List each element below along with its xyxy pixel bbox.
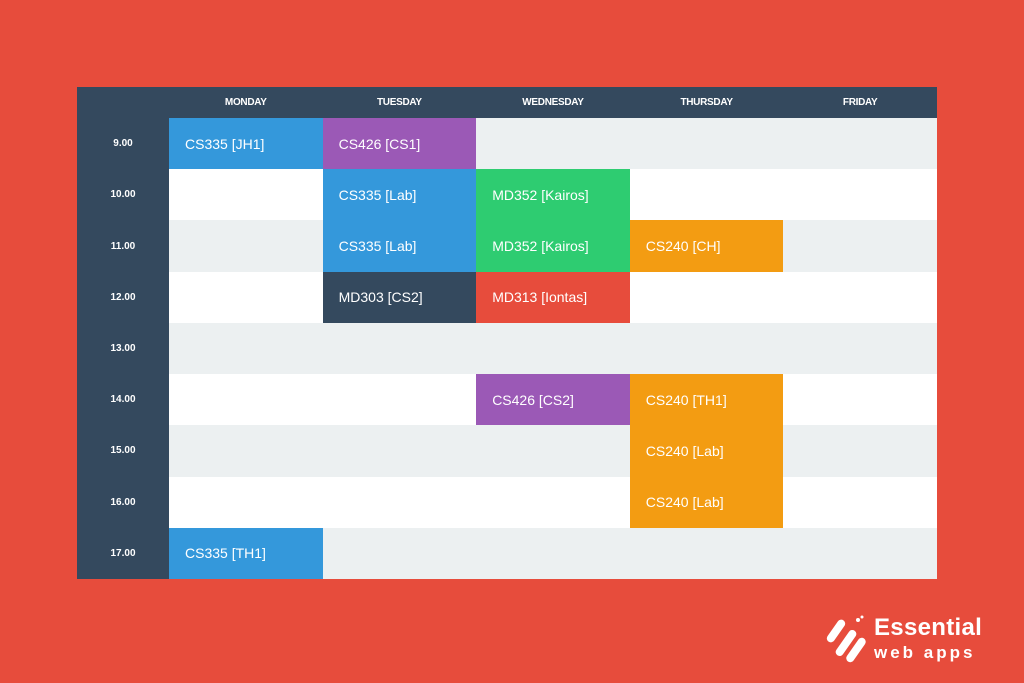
class-session[interactable]: CS240 [Lab] — [629, 476, 784, 528]
brand-logo-block: Essential web apps — [826, 612, 1006, 672]
brand-tagline: web apps — [874, 643, 976, 662]
class-session[interactable]: MD352 [Kairos] — [476, 220, 630, 272]
class-session[interactable]: CS335 [TH1] — [169, 527, 323, 579]
class-session[interactable]: MD313 [Iontas] — [476, 271, 630, 323]
day-header-wednesday: WEDNESDAY — [476, 87, 630, 118]
class-session[interactable]: CS335 [JH1] — [169, 118, 323, 170]
class-session[interactable]: CS335 [Lab] — [322, 169, 477, 221]
class-session[interactable]: CS426 [CS2] — [476, 374, 630, 426]
time-row — [169, 476, 937, 528]
essential-web-apps-logo-icon — [826, 615, 866, 663]
time-row — [169, 322, 937, 375]
class-session[interactable]: CS240 [CH] — [629, 220, 784, 272]
time-label: 16.00 — [77, 476, 169, 528]
class-session[interactable]: CS240 [TH1] — [629, 374, 784, 426]
time-label: 14.00 — [77, 374, 169, 426]
time-label: 15.00 — [77, 425, 169, 477]
time-label: 11.00 — [77, 220, 169, 272]
time-row — [169, 425, 937, 477]
class-session[interactable]: CS426 [CS1] — [322, 118, 477, 170]
brand-name: Essential — [874, 614, 983, 641]
day-header-thursday: THURSDAY — [629, 87, 784, 118]
class-session[interactable]: MD303 [CS2] — [322, 271, 477, 323]
class-session[interactable]: MD352 [Kairos] — [476, 169, 630, 221]
class-session[interactable]: CS240 [Lab] — [629, 425, 784, 477]
time-label: 10.00 — [77, 169, 169, 221]
class-session[interactable]: CS335 [Lab] — [322, 220, 477, 272]
day-header-tuesday: TUESDAY — [322, 87, 477, 118]
day-header-monday: MONDAY — [169, 87, 323, 118]
timetable-grid: MONDAY TUESDAY WEDNESDAY THURSDAY FRIDAY… — [77, 87, 937, 579]
time-label: 17.00 — [77, 527, 169, 579]
time-label: 13.00 — [77, 322, 169, 375]
time-label: 12.00 — [77, 271, 169, 323]
day-header-friday: FRIDAY — [783, 87, 937, 118]
time-label: 9.00 — [77, 118, 169, 170]
header-corner — [77, 87, 169, 118]
